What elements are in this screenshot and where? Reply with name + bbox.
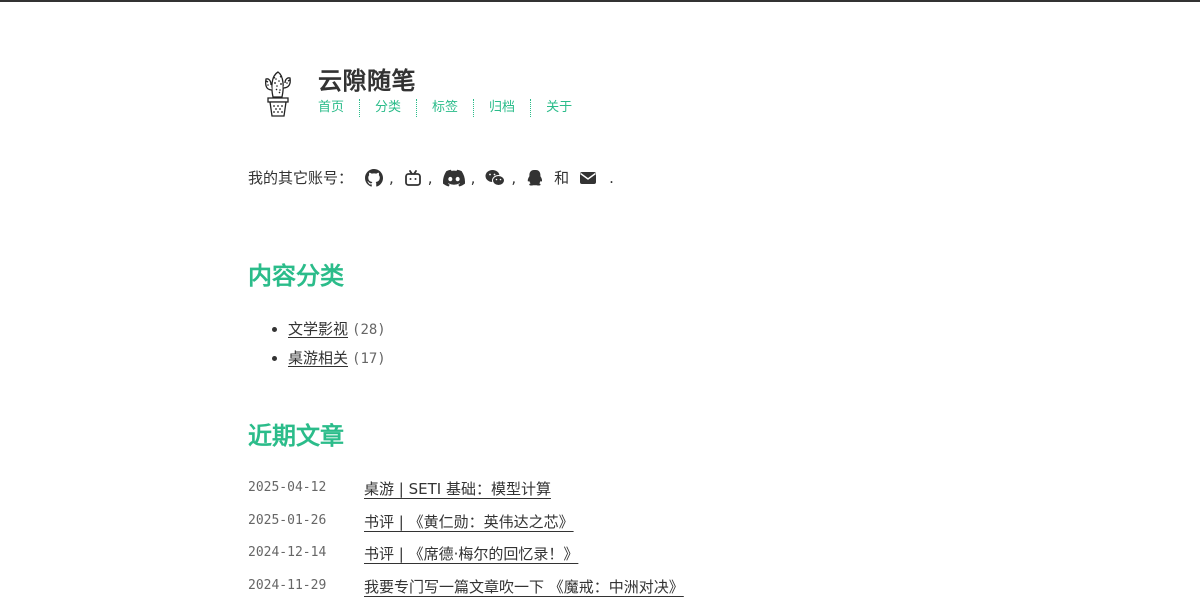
separator: ,	[389, 169, 394, 187]
nav-categories[interactable]: 分类	[359, 99, 416, 117]
list-item: 文学影视(28)	[288, 315, 386, 344]
and-text: 和	[554, 169, 570, 187]
post-date: 2024-11-29	[248, 577, 327, 593]
category-count: (17)	[352, 351, 386, 367]
recent-posts-heading: 近期文章	[248, 422, 344, 450]
site-title[interactable]: 云隙随笔	[318, 66, 416, 96]
email-icon[interactable]	[579, 169, 597, 187]
wechat-icon[interactable]	[485, 169, 506, 187]
nav-home[interactable]: 首页	[318, 99, 359, 117]
category-list: 文学影视(28) 桌游相关(17)	[248, 315, 386, 373]
post-row: 2024-12-14 书评 | 《席德·梅尔的回忆录！》	[248, 542, 948, 575]
bilibili-icon[interactable]	[404, 169, 422, 187]
separator: ,	[511, 169, 517, 187]
post-date: 2025-04-12	[248, 480, 327, 495]
site-header: 云隙随笔 首页 分类 标签 归档 关于	[248, 66, 848, 122]
qq-icon[interactable]	[526, 169, 543, 187]
end-period: .	[609, 169, 614, 187]
github-icon[interactable]	[365, 169, 384, 187]
nav-tags[interactable]: 标签	[416, 99, 473, 117]
category-count: (28)	[352, 322, 386, 338]
categories-heading: 内容分类	[248, 262, 344, 290]
cactus-logo-icon[interactable]	[256, 66, 300, 118]
separator: ,	[427, 169, 433, 187]
main-nav: 首页 分类 标签 归档 关于	[318, 99, 587, 117]
discord-icon[interactable]	[442, 169, 465, 187]
other-accounts: 我的其它账号： , , , , 和 .	[248, 167, 614, 189]
nav-about[interactable]: 关于	[530, 99, 587, 117]
separator: ,	[470, 169, 476, 187]
post-title-link[interactable]: 书评 | 《黄仁勋：英伟达之芯》	[364, 510, 574, 534]
post-date: 2025-01-26	[248, 512, 327, 528]
post-title-link[interactable]: 我要专门写一篇文章吹一下 《魔戒：中洲对决》	[364, 575, 684, 599]
post-row: 2025-04-12 桌游 | SETI 基础：模型计算	[248, 477, 948, 510]
recent-post-list: 2025-04-12 桌游 | SETI 基础：模型计算 2025-01-26 …	[248, 477, 948, 600]
list-item: 桌游相关(17)	[288, 344, 386, 373]
category-link[interactable]: 桌游相关	[288, 349, 348, 367]
post-title-link[interactable]: 桌游 | SETI 基础：模型计算	[364, 477, 551, 501]
nav-archives[interactable]: 归档	[473, 99, 530, 117]
category-link[interactable]: 文学影视	[288, 320, 348, 338]
post-row: 2025-01-26 书评 | 《黄仁勋：英伟达之芯》	[248, 510, 948, 543]
accounts-label: 我的其它账号：	[248, 169, 354, 187]
post-date: 2024-12-14	[248, 545, 327, 560]
post-title-link[interactable]: 书评 | 《席德·梅尔的回忆录！》	[364, 542, 578, 566]
post-row: 2024-11-29 我要专门写一篇文章吹一下 《魔戒：中洲对决》	[248, 575, 948, 600]
